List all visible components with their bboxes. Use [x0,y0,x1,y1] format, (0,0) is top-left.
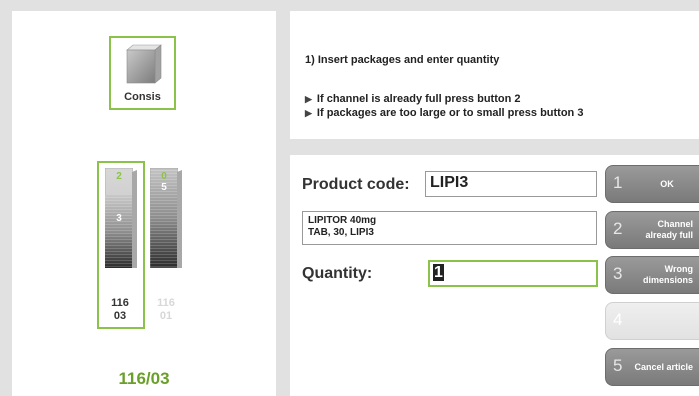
selected-channel-label: 116/03 [118,369,170,388]
instruction-bullet-2: ▶ If packages are too large or to small p… [305,107,583,119]
wrong-dimensions-label-line2: dimensions [642,275,693,285]
product-description-line1: LIPITOR 40mg [308,215,377,226]
product-code-label: Product code: [302,176,410,193]
quantity-input[interactable]: 1 [428,260,598,287]
button-4-disabled: 4 [605,302,699,340]
ok-button-number: 1 [613,173,623,192]
triangle-right-icon: ▶ [305,94,312,104]
channel-1-top-number: 2 [116,171,122,182]
quantity-label: Quantity: [302,265,373,282]
consis-machine-button[interactable]: Consis [109,36,176,110]
wrong-dimensions-label-line1: Wrong [664,264,693,274]
channel-2-top-number: 0 [161,171,167,182]
article-form-panel: Product code: LIPI3 LIPITOR 40mg TAB, 30… [290,155,699,396]
instruction-bullet-1-text: If channel is already full press button … [316,93,521,105]
channel-1-fill-number: 3 [116,213,122,224]
cancel-button-number: 5 [613,356,623,375]
channel-full-button-label: Channel already full [625,212,693,248]
button-4-number: 4 [613,310,623,329]
quantity-value: 1 [433,264,444,281]
product-code-input[interactable]: LIPI3 [425,171,597,197]
channel-2-fill-number: 5 [161,182,167,193]
channel-1[interactable]: 2 3 [105,168,137,268]
cancel-article-button[interactable]: 5 Cancel article [605,348,699,386]
channel-1-code-line2: 03 [113,310,127,322]
instruction-bullet-1: ▶ If channel is already full press button… [305,93,520,105]
channel-1-code-line1: 116 [111,297,129,309]
channel-2-code: 116 01 [146,297,186,323]
ok-button[interactable]: 1 OK [605,165,699,203]
cancel-button-label: Cancel article [634,361,693,372]
channel-2-code-line1: 116 [157,297,175,309]
product-description-line2: TAB, 30, LIPI3 [308,227,374,238]
machine-panel: Consis 2 3 0 5 116 03 116 01 116/03 [12,11,276,396]
channel-1-code: 116 03 [100,297,140,323]
consis-label: Consis [124,91,161,103]
instruction-bullet-2-text: If packages are too large or to small pr… [316,107,584,119]
instructions-title: 1) Insert packages and enter quantity [305,54,500,66]
channel-full-button-number: 2 [613,219,623,238]
channel-2[interactable]: 0 5 [150,168,182,268]
product-description: LIPITOR 40mg TAB, 30, LIPI3 [302,211,597,245]
channel-2-code-line2: 01 [159,310,173,322]
triangle-right-icon: ▶ [305,108,312,118]
button-4-label [625,303,693,339]
wrong-dimensions-button[interactable]: 3 Wrong dimensions [605,256,699,294]
channel-full-label-line2: already full [645,230,693,240]
instructions-panel: 1) Insert packages and enter quantity ▶ I… [290,11,699,139]
wrong-dimensions-button-number: 3 [613,264,623,283]
ok-button-label: OK [660,178,674,189]
wrong-dimensions-button-label: Wrong dimensions [625,257,693,293]
cube-icon [126,44,162,84]
channel-full-label-line1: Channel [657,219,693,229]
channel-already-full-button[interactable]: 2 Channel already full [605,211,699,249]
